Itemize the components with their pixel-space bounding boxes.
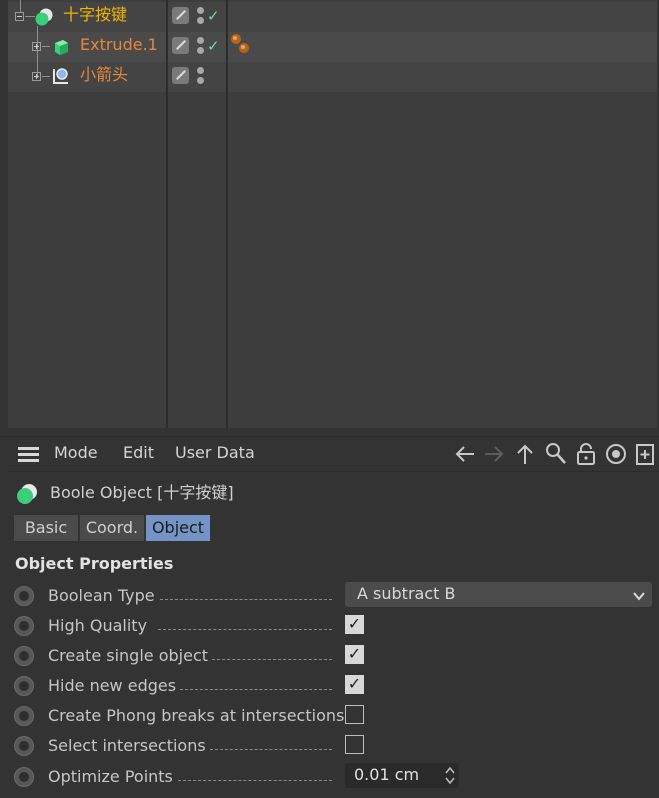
property-create-phong-breaks: Create Phong breaks at intersections	[0, 701, 659, 731]
chevron-down-icon	[632, 588, 646, 602]
tree-line	[42, 76, 50, 77]
search-icon[interactable]	[544, 442, 568, 466]
attribute-manager: Mode Edit User Data Boole Object [十字按键] …	[0, 436, 659, 798]
number-value: 0.01 cm	[354, 765, 420, 784]
menu-edit[interactable]: Edit	[123, 443, 154, 463]
animate-radio-icon[interactable]	[14, 616, 34, 636]
extrude-object-icon	[52, 38, 70, 56]
animate-radio-icon[interactable]	[14, 706, 34, 726]
optimize-points-input[interactable]: 0.01 cm	[345, 763, 459, 788]
high-quality-checkbox[interactable]: ✓	[345, 614, 364, 634]
animate-radio-icon[interactable]	[14, 586, 34, 606]
leader-line	[158, 629, 332, 630]
column-separator	[226, 0, 228, 428]
checkmark-icon: ✓	[347, 644, 362, 663]
property-label: Hide new edges	[48, 676, 177, 695]
editor-visibility-icon[interactable]	[172, 37, 189, 54]
tree-line	[42, 46, 50, 47]
menu-mode[interactable]: Mode	[54, 443, 98, 463]
dropdown-value: A subtract B	[357, 584, 456, 603]
enabled-check-icon[interactable]: ✓	[207, 9, 220, 24]
object-manager: 十字按键 ✓ Extrude.1 ✓ 小箭头	[0, 0, 659, 436]
animate-radio-icon[interactable]	[14, 736, 34, 756]
visibility-dots-icon[interactable]	[197, 66, 205, 86]
hamburger-menu-icon[interactable]	[18, 447, 39, 463]
tree-line	[25, 16, 35, 17]
arrow-up-icon[interactable]	[513, 442, 537, 466]
create-phong-breaks-checkbox[interactable]	[345, 705, 364, 724]
arrow-left-icon[interactable]	[453, 442, 477, 466]
arrow-right-icon[interactable]	[482, 442, 506, 466]
object-title: Boole Object [十字按键]	[50, 483, 234, 502]
leader-line	[160, 599, 332, 600]
visibility-dots-icon[interactable]	[197, 6, 205, 26]
tab-coord[interactable]: Coord.	[80, 515, 144, 541]
stepper-arrows-icon[interactable]	[445, 766, 455, 785]
boolean-type-dropdown[interactable]: A subtract B	[345, 582, 652, 607]
property-label: Select intersections	[48, 736, 206, 755]
expand-toggle[interactable]	[32, 42, 41, 51]
expand-toggle[interactable]	[32, 72, 41, 81]
enabled-check-icon[interactable]: ✓	[207, 39, 220, 54]
property-high-quality: High Quality ✓	[0, 611, 659, 641]
target-icon[interactable]	[604, 442, 628, 466]
column-separator	[166, 0, 168, 428]
boole-object-icon	[35, 8, 53, 26]
create-single-object-checkbox[interactable]: ✓	[345, 644, 364, 664]
property-label: Boolean Type	[48, 586, 155, 605]
property-label: Create Phong breaks at intersections	[48, 706, 345, 725]
leader-line	[210, 749, 332, 750]
object-name[interactable]: Extrude.1	[80, 35, 158, 55]
leader-line	[178, 780, 332, 781]
lock-icon[interactable]	[574, 442, 598, 466]
hide-new-edges-checkbox[interactable]: ✓	[345, 674, 364, 694]
material-tag-icon[interactable]	[229, 33, 251, 55]
editor-visibility-icon[interactable]	[172, 67, 189, 84]
tab-object[interactable]: Object	[146, 515, 210, 541]
spline-object-icon	[52, 67, 70, 85]
visibility-dots-icon[interactable]	[197, 36, 205, 56]
menu-user-data[interactable]: User Data	[175, 443, 255, 463]
editor-visibility-icon[interactable]	[172, 7, 189, 24]
new-panel-icon[interactable]	[633, 442, 657, 466]
object-name[interactable]: 十字按键	[63, 5, 127, 25]
leader-line	[212, 659, 332, 660]
section-title: Object Properties	[15, 554, 174, 573]
tree-line	[20, 0, 21, 12]
property-create-single-object: Create single object ✓	[0, 641, 659, 671]
animate-radio-icon[interactable]	[14, 646, 34, 666]
boole-object-icon	[16, 483, 38, 505]
collapse-toggle[interactable]	[15, 12, 24, 21]
panel-divider	[0, 436, 659, 437]
leader-line	[180, 689, 332, 690]
checkmark-icon: ✓	[347, 614, 362, 633]
property-hide-new-edges: Hide new edges ✓	[0, 671, 659, 701]
property-optimize-points: Optimize Points 0.01 cm	[0, 762, 659, 792]
animate-radio-icon[interactable]	[14, 767, 34, 787]
property-boolean-type: Boolean Type A subtract B	[0, 581, 659, 611]
object-name[interactable]: 小箭头	[80, 65, 128, 85]
animate-radio-icon[interactable]	[14, 676, 34, 696]
checkmark-icon: ✓	[347, 674, 362, 693]
tree-line	[37, 26, 38, 78]
header-divider	[8, 471, 659, 472]
property-label: Optimize Points	[48, 767, 173, 786]
tab-basic[interactable]: Basic	[14, 515, 78, 541]
property-label: High Quality	[48, 616, 148, 635]
property-label: Create single object	[48, 646, 209, 665]
property-select-intersections: Select intersections	[0, 731, 659, 761]
select-intersections-checkbox[interactable]	[345, 735, 364, 754]
